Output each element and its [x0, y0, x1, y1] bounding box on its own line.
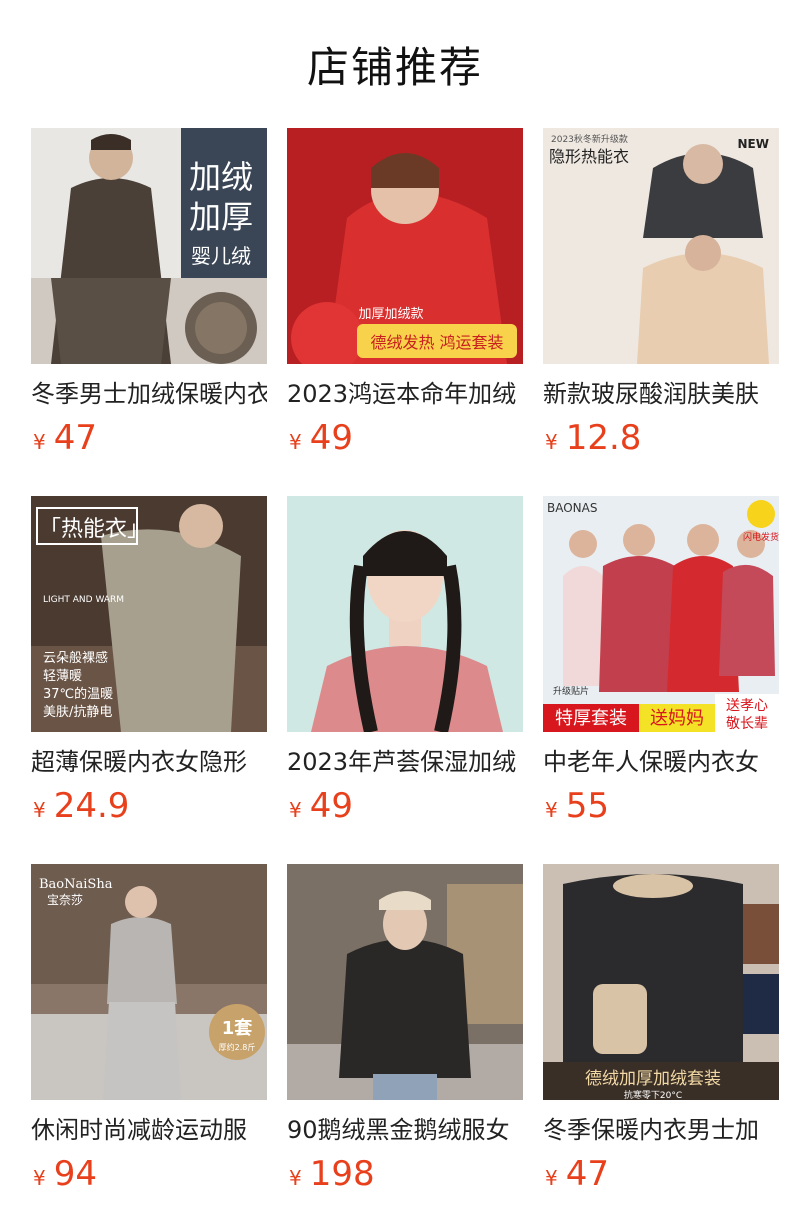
thumb-caption: 婴儿绒: [191, 244, 251, 268]
product-price: ¥ 12.8: [543, 418, 779, 458]
thumb-caption: 升级贴片: [553, 685, 589, 697]
product-title[interactable]: 冬季男士加绒保暖内衣: [31, 378, 267, 410]
thumb-caption: 1套: [222, 1017, 253, 1039]
currency-symbol: ¥: [289, 1166, 302, 1190]
currency-symbol: ¥: [33, 430, 46, 454]
thumb-caption: 厚约2.8斤: [219, 1042, 256, 1052]
thumb-caption: 隐形热能衣: [549, 147, 629, 166]
product-price: ¥ 94: [31, 1154, 267, 1194]
thumb-caption: 加厚: [189, 198, 253, 236]
product-title[interactable]: 超薄保暖内衣女隐形: [31, 746, 267, 778]
thumb-caption: BaoNaiSha: [39, 877, 113, 892]
product-price: ¥ 55: [543, 786, 779, 826]
thumb-caption: 特厚套装: [555, 708, 627, 729]
price-value: 49: [309, 786, 353, 826]
product-card[interactable]: BAONAS 闪电发货 升级贴片 特厚套装 送妈妈 送孝心 敬长辈 中老年人保暖…: [543, 496, 779, 826]
thumb-caption: 送妈妈: [650, 708, 704, 729]
thumb-caption: 轻薄暖: [43, 669, 82, 684]
thumb-caption: 37℃的温暖: [43, 686, 113, 702]
product-card[interactable]: 加厚加绒款 德绒发热 鸿运套装 2023鸿运本命年加绒 ¥ 49: [287, 128, 523, 458]
product-card[interactable]: 「热能衣」 LIGHT AND WARM 云朵般裸感 轻薄暖 37℃的温暖 美肤…: [31, 496, 267, 826]
product-price: ¥ 49: [287, 786, 523, 826]
currency-symbol: ¥: [545, 430, 558, 454]
product-price: ¥ 47: [31, 418, 267, 458]
currency-symbol: ¥: [545, 1166, 558, 1190]
product-title[interactable]: 冬季保暖内衣男士加: [543, 1114, 779, 1146]
thumb-caption: BAONAS: [547, 501, 597, 515]
product-price: ¥ 198: [287, 1154, 523, 1194]
price-value: 47: [53, 418, 97, 458]
price-value: 198: [309, 1154, 375, 1194]
price-value: 55: [565, 786, 609, 826]
thumb-caption: LIGHT AND WARM: [43, 595, 124, 605]
thumb-caption: 送孝心: [726, 698, 768, 714]
product-image[interactable]: BaoNaiSha 宝奈莎 1套 厚约2.8斤: [31, 864, 267, 1100]
product-image[interactable]: 加厚加绒款 德绒发热 鸿运套装: [287, 128, 523, 364]
thumb-caption: 抗寒零下20°C: [624, 1089, 682, 1100]
thumb-caption: 2023秋冬新升级款: [551, 133, 628, 145]
product-image[interactable]: 德绒加厚加绒套装 抗寒零下20°C: [543, 864, 779, 1100]
thumb-caption: 美肤/抗静电: [43, 705, 112, 720]
currency-symbol: ¥: [33, 1166, 46, 1190]
product-title[interactable]: 2023年芦荟保湿加绒: [287, 746, 523, 778]
thumb-caption: 「热能衣」: [39, 517, 149, 542]
thumb-caption: 宝奈莎: [47, 893, 83, 907]
product-card[interactable]: 2023秋冬新升级款 隐形热能衣 NEW 新款玻尿酸润肤美肤 ¥ 12.8: [543, 128, 779, 458]
price-value: 94: [53, 1154, 97, 1194]
thumb-caption: NEW: [738, 137, 769, 151]
product-title[interactable]: 休闲时尚减龄运动服: [31, 1114, 267, 1146]
product-card[interactable]: 加绒 加厚 婴儿绒 冬季男士加绒保暖内衣 ¥ 47: [31, 128, 267, 458]
product-image[interactable]: 加绒 加厚 婴儿绒: [31, 128, 267, 364]
product-image[interactable]: BAONAS 闪电发货 升级贴片 特厚套装 送妈妈 送孝心 敬长辈: [543, 496, 779, 732]
price-value: 47: [565, 1154, 609, 1194]
currency-symbol: ¥: [289, 430, 302, 454]
product-card[interactable]: 90鹅绒黑金鹅绒服女 ¥ 198: [287, 864, 523, 1194]
product-image[interactable]: 「热能衣」 LIGHT AND WARM 云朵般裸感 轻薄暖 37℃的温暖 美肤…: [31, 496, 267, 732]
product-image[interactable]: 2023秋冬新升级款 隐形热能衣 NEW: [543, 128, 779, 364]
product-image[interactable]: [287, 496, 523, 732]
currency-symbol: ¥: [33, 798, 46, 822]
thumb-caption: 闪电发货: [743, 531, 779, 543]
product-title[interactable]: 90鹅绒黑金鹅绒服女: [287, 1114, 523, 1146]
thumb-caption: 德绒发热 鸿运套装: [370, 333, 503, 352]
thumb-caption: 德绒加厚加绒套装: [585, 1069, 721, 1089]
thumb-caption: 加绒: [189, 158, 253, 196]
currency-symbol: ¥: [545, 798, 558, 822]
product-title[interactable]: 2023鸿运本命年加绒: [287, 378, 523, 410]
product-price: ¥ 47: [543, 1154, 779, 1194]
thumb-caption: 敬长辈: [726, 716, 768, 732]
product-title[interactable]: 中老年人保暖内衣女: [543, 746, 779, 778]
price-value: 49: [309, 418, 353, 458]
thumb-caption: 加厚加绒款: [358, 307, 423, 322]
page-title: 店铺推荐: [306, 42, 483, 92]
price-value: 24.9: [53, 786, 130, 826]
price-value: 12.8: [565, 418, 642, 458]
product-card[interactable]: 德绒加厚加绒套装 抗寒零下20°C 冬季保暖内衣男士加 ¥ 47: [543, 864, 779, 1194]
product-title[interactable]: 新款玻尿酸润肤美肤: [543, 378, 779, 410]
product-card[interactable]: BaoNaiSha 宝奈莎 1套 厚约2.8斤 休闲时尚减龄运动服 ¥ 94: [31, 864, 267, 1194]
product-price: ¥ 49: [287, 418, 523, 458]
currency-symbol: ¥: [289, 798, 302, 822]
thumb-caption: 云朵般裸感: [43, 650, 108, 666]
product-price: ¥ 24.9: [31, 786, 267, 826]
page-header: 店铺推荐: [0, 0, 790, 128]
product-image[interactable]: [287, 864, 523, 1100]
product-card[interactable]: 2023年芦荟保湿加绒 ¥ 49: [287, 496, 523, 826]
